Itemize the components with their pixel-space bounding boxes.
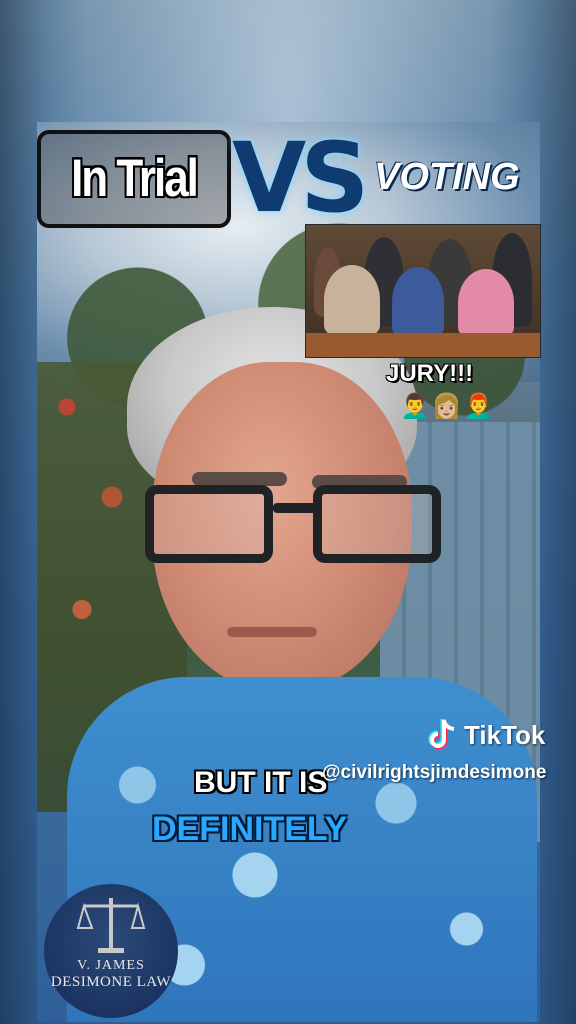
tiktok-brand: TikTok: [464, 719, 546, 750]
in-trial-label-box: In Trial: [37, 130, 231, 228]
logo-firm-line: DESIMONE LAW: [50, 974, 172, 990]
in-trial-label: In Trial: [71, 149, 199, 208]
juror: [324, 265, 380, 335]
vs-label: VS: [232, 122, 369, 234]
tiktok-watermark: TikTok: [428, 718, 545, 752]
left-lens: [145, 485, 273, 563]
law-firm-logo: V. JAMES DESIMONE LAW: [44, 884, 178, 1018]
glasses-bridge: [273, 503, 317, 513]
right-lens: [313, 485, 441, 563]
jury-image: [305, 224, 541, 358]
juror: [458, 269, 514, 337]
left-eyebrow: [192, 472, 287, 486]
jury-table: [306, 333, 540, 357]
scales-of-justice-icon: [76, 898, 146, 953]
jury-caption: JURY!!!: [386, 360, 474, 387]
creator-handle[interactable]: @civilrightsjimdesimone: [322, 762, 546, 784]
subtitle-line-2: DEFINITELY: [152, 810, 348, 848]
juror: [392, 267, 444, 337]
voting-label: VOTING: [374, 156, 520, 198]
subtitle-line-1: BUT IT IS: [194, 766, 328, 799]
logo-name-line: V. JAMES: [77, 958, 145, 973]
glasses: [145, 485, 445, 575]
tiktok-note-icon: [428, 718, 458, 752]
jury-emoji: 👨‍🦱👩🏼👨‍🦰: [400, 393, 496, 420]
speaker-mouth: [227, 627, 317, 637]
